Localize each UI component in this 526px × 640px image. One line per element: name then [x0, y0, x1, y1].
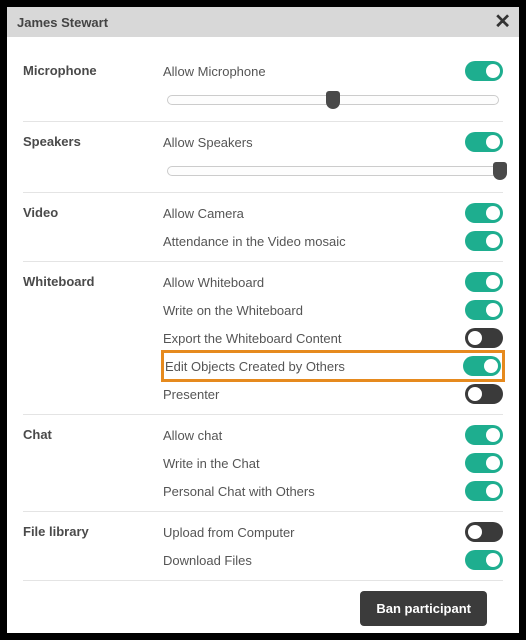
dialog-title: James Stewart — [17, 15, 108, 30]
row-allow-camera: Allow Camera — [163, 199, 503, 227]
download-files-toggle[interactable] — [465, 550, 503, 570]
group-microphone: Microphone Allow Microphone — [23, 51, 503, 122]
titlebar: James Stewart ✕ — [7, 7, 519, 37]
allow-microphone-toggle[interactable] — [465, 61, 503, 81]
group-video: Video Allow Camera Attendance in the Vid… — [23, 193, 503, 262]
row-allow-chat: Allow chat — [163, 421, 503, 449]
group-whiteboard: Whiteboard Allow Whiteboard Write on the… — [23, 262, 503, 415]
allow-speakers-toggle[interactable] — [465, 132, 503, 152]
allow-camera-toggle[interactable] — [465, 203, 503, 223]
row-write-whiteboard: Write on the Whiteboard — [163, 296, 503, 324]
row-download-files: Download Files — [163, 546, 503, 574]
presenter-toggle[interactable] — [465, 384, 503, 404]
dialog-footer: Ban participant — [23, 581, 503, 626]
allow-speakers-label: Allow Speakers — [163, 135, 253, 150]
group-files: File library Upload from Computer Downlo… — [23, 512, 503, 581]
video-mosaic-toggle[interactable] — [465, 231, 503, 251]
group-label-video: Video — [23, 199, 163, 255]
personal-chat-toggle[interactable] — [465, 481, 503, 501]
allow-whiteboard-label: Allow Whiteboard — [163, 275, 264, 290]
group-label-chat: Chat — [23, 421, 163, 505]
export-whiteboard-toggle[interactable] — [465, 328, 503, 348]
group-label-whiteboard: Whiteboard — [23, 268, 163, 408]
speakers-slider[interactable] — [163, 160, 503, 182]
row-video-mosaic: Attendance in the Video mosaic — [163, 227, 503, 255]
settings-content: Microphone Allow Microphone Speakers All… — [7, 37, 519, 640]
row-personal-chat: Personal Chat with Others — [163, 477, 503, 505]
row-edit-others: Edit Objects Created by Others — [163, 352, 503, 380]
slider-thumb[interactable] — [493, 162, 507, 180]
slider-track — [167, 166, 499, 176]
write-chat-toggle[interactable] — [465, 453, 503, 473]
row-upload-computer: Upload from Computer — [163, 518, 503, 546]
personal-chat-label: Personal Chat with Others — [163, 484, 315, 499]
upload-computer-toggle[interactable] — [465, 522, 503, 542]
group-chat: Chat Allow chat Write in the Chat Person… — [23, 415, 503, 512]
presenter-label: Presenter — [163, 387, 219, 402]
group-label-files: File library — [23, 518, 163, 574]
group-label-microphone: Microphone — [23, 57, 163, 115]
write-chat-label: Write in the Chat — [163, 456, 260, 471]
ban-participant-button[interactable]: Ban participant — [360, 591, 487, 626]
slider-thumb[interactable] — [326, 91, 340, 109]
group-label-speakers: Speakers — [23, 128, 163, 186]
microphone-slider[interactable] — [163, 89, 503, 111]
allow-chat-toggle[interactable] — [465, 425, 503, 445]
row-write-chat: Write in the Chat — [163, 449, 503, 477]
row-allow-microphone: Allow Microphone — [163, 57, 503, 85]
allow-camera-label: Allow Camera — [163, 206, 244, 221]
row-export-whiteboard: Export the Whiteboard Content — [163, 324, 503, 352]
video-mosaic-label: Attendance in the Video mosaic — [163, 234, 346, 249]
allow-microphone-label: Allow Microphone — [163, 64, 266, 79]
edit-others-label: Edit Objects Created by Others — [165, 359, 345, 374]
close-icon[interactable]: ✕ — [494, 12, 511, 32]
row-allow-speakers: Allow Speakers — [163, 128, 503, 156]
write-whiteboard-toggle[interactable] — [465, 300, 503, 320]
group-speakers: Speakers Allow Speakers — [23, 122, 503, 193]
edit-others-toggle[interactable] — [463, 356, 501, 376]
download-files-label: Download Files — [163, 553, 252, 568]
write-whiteboard-label: Write on the Whiteboard — [163, 303, 303, 318]
allow-whiteboard-toggle[interactable] — [465, 272, 503, 292]
row-presenter: Presenter — [163, 380, 503, 408]
export-whiteboard-label: Export the Whiteboard Content — [163, 331, 342, 346]
row-allow-whiteboard: Allow Whiteboard — [163, 268, 503, 296]
allow-chat-label: Allow chat — [163, 428, 222, 443]
upload-computer-label: Upload from Computer — [163, 525, 295, 540]
